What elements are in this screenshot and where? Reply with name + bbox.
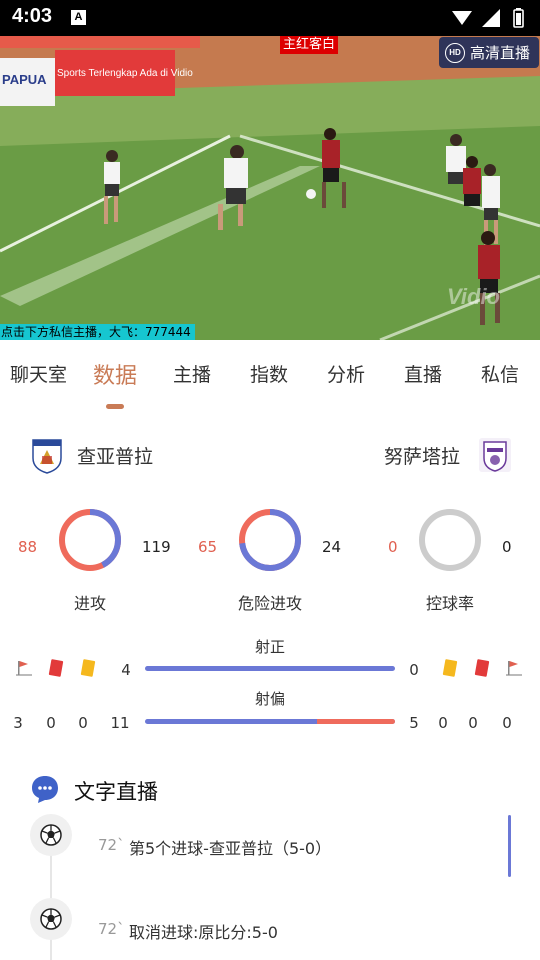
shots-on-target-away: 0 — [409, 661, 419, 679]
attack-donut — [59, 509, 121, 571]
wifi-icon — [452, 11, 472, 25]
dangerous-attack-away-value: 24 — [322, 538, 342, 556]
red-card-icon — [48, 659, 64, 677]
possession-home-value: 0 — [388, 538, 398, 556]
banner-text-left: PAPUA — [2, 72, 47, 87]
tab-chat[interactable]: 聊天室 — [10, 360, 67, 387]
ball — [306, 189, 316, 199]
live-text-title: 文字直播 — [74, 780, 158, 804]
notification-a-icon: A — [71, 10, 86, 25]
tab-live[interactable]: 直播 — [404, 360, 442, 387]
football-icon — [40, 824, 62, 846]
shots-off-target-away-fill — [316, 719, 395, 724]
home-team-logo — [32, 439, 62, 474]
away-corners-count: 0 — [502, 714, 512, 732]
yellow-card-icon — [80, 659, 96, 677]
live-label: 主红客白 — [280, 36, 339, 54]
live-event-item: 72` 取消进球:原比分:5-0 — [30, 898, 510, 942]
active-tab-indicator — [106, 404, 124, 409]
home-yellow-cards-count: 0 — [78, 714, 88, 732]
tab-bar: 聊天室 数据 主播 指数 分析 直播 私信 — [0, 340, 540, 412]
away-yellow-cards-count: 0 — [438, 714, 448, 732]
status-bar: 4:03 A — [0, 0, 540, 36]
shots-off-target-home: 11 — [110, 714, 130, 732]
away-team-name: 努萨塔拉 — [384, 446, 461, 468]
live-event-item: 72` 第5个进球-查亚普拉（5-0） — [30, 814, 510, 858]
home-team-name: 查亚普拉 — [77, 446, 154, 468]
shots-on-target-bar — [145, 666, 395, 671]
yellow-card-icon — [442, 659, 458, 677]
system-status-icons — [452, 8, 524, 28]
red-card-icon — [474, 659, 490, 677]
attack-away-value: 119 — [142, 538, 171, 556]
chat-bubble-icon — [32, 776, 58, 803]
signal-icon — [482, 9, 500, 27]
away-red-cards-count: 0 — [468, 714, 478, 732]
stat-possession: 0 0 控球率 — [360, 500, 540, 620]
shots-on-target-home: 4 — [121, 661, 131, 679]
shots-on-target-title: 射正 — [254, 638, 285, 656]
hd-icon: HD — [445, 42, 465, 63]
event-icon-wrap — [30, 814, 72, 856]
shots-off-target-bar — [145, 719, 395, 724]
tab-odds[interactable]: 指数 — [250, 360, 288, 387]
event-description: 取消进球:原比分:5-0 — [129, 923, 278, 942]
tab-messages[interactable]: 私信 — [481, 360, 519, 387]
tab-analysis[interactable]: 分析 — [327, 360, 365, 387]
dangerous-attack-donut — [239, 509, 301, 571]
event-minute: 72` — [98, 920, 125, 938]
event-description: 第5个进球-查亚普拉（5-0） — [129, 839, 332, 858]
status-time: 4:03 — [12, 5, 53, 27]
event-icon-wrap — [30, 898, 72, 940]
hd-live-label: 高清直播 — [470, 44, 531, 62]
ticker-message: 点击下方私信主播，大飞：777444 — [0, 324, 195, 340]
event-minute: 72` — [98, 836, 125, 854]
banner-text: Sports Terlengkap Ada di Vidio — [57, 68, 193, 79]
stat-dangerous-attack: 65 24 危险进攻 — [180, 500, 360, 620]
video-player[interactable]: Sports Terlengkap Ada di Vidio PAPUA 主红客… — [0, 36, 540, 340]
teams-row: 查亚普拉 努萨塔拉 — [0, 432, 540, 478]
dangerous-attack-home-value: 65 — [198, 538, 218, 556]
corner-flag-icon — [506, 661, 522, 676]
possession-label: 控球率 — [425, 594, 474, 613]
away-team-logo — [479, 438, 511, 472]
shots-off-target-away: 5 — [409, 714, 419, 732]
stat-attack: 88 119 进攻 — [0, 500, 180, 620]
video-watermark: Vidio — [447, 284, 500, 309]
possession-donut — [419, 509, 481, 571]
shots-off-target-title: 射偏 — [254, 690, 285, 708]
possession-empty-ring — [419, 509, 481, 571]
attack-home-value: 88 — [18, 538, 38, 556]
home-red-cards-count: 0 — [46, 714, 56, 732]
dangerous-attack-label: 危险进攻 — [237, 594, 302, 613]
hd-live-button[interactable]: HD 高清直播 — [439, 37, 539, 68]
football-icon — [40, 908, 62, 930]
home-corners-count: 3 — [13, 714, 23, 732]
tab-data[interactable]: 数据 — [93, 358, 137, 390]
possession-away-value: 0 — [502, 538, 512, 556]
attack-label: 进攻 — [73, 594, 106, 613]
tab-anchor[interactable]: 主播 — [173, 360, 211, 387]
corner-flag-icon — [16, 661, 32, 676]
